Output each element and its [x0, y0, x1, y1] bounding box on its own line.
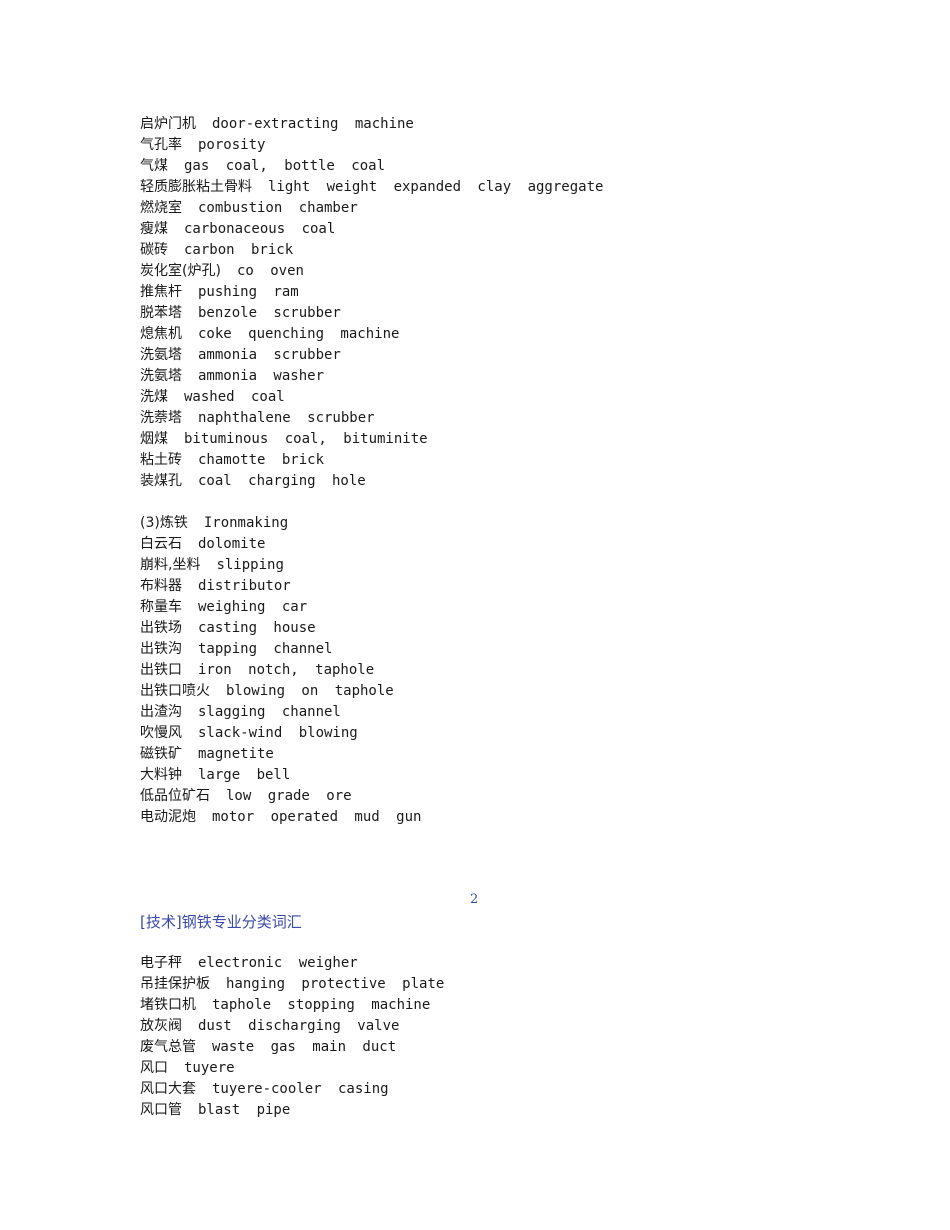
glossary-entry: 瘦煤 carbonaceous coal: [140, 221, 336, 237]
page-header: [技术]钢铁专业分类词汇: [140, 913, 302, 931]
glossary-entry: 低品位矿石 low grade ore: [140, 788, 352, 804]
glossary-entry: 吊挂保护板 hanging protective plate: [140, 976, 445, 992]
glossary-entry: 布料器 distributor: [140, 578, 291, 594]
glossary-entry: 废气总管 waste gas main duct: [140, 1039, 397, 1055]
glossary-entry: 洗煤 washed coal: [140, 389, 285, 405]
glossary-entry: 出铁口喷火 blowing on taphole: [140, 683, 394, 699]
glossary-entry: 轻质膨胀粘土骨料 light weight expanded clay aggre…: [140, 179, 604, 195]
glossary-list-page2: 电子秤 electronic weigher 吊挂保护板 hanging prote…: [140, 953, 444, 1121]
glossary-entry: 堵铁口机 taphole stopping machine: [140, 997, 431, 1013]
glossary-entry: 出铁口 iron notch, taphole: [140, 662, 375, 678]
glossary-entry: 粘土砖 chamotte brick: [140, 452, 325, 468]
glossary-entry: 烟煤 bituminous coal, bituminite: [140, 431, 428, 447]
glossary-entry: 洗氨塔 ammonia washer: [140, 368, 325, 384]
glossary-entry: 磁铁矿 magnetite: [140, 746, 274, 762]
glossary-entry: 风口管 blast pipe: [140, 1102, 291, 1118]
glossary-entry: 大料钟 large bell: [140, 767, 291, 783]
glossary-entry: 出铁沟 tapping channel: [140, 641, 333, 657]
glossary-entry: 白云石 dolomite: [140, 536, 266, 552]
glossary-entry: 称量车 weighing car: [140, 599, 308, 615]
glossary-entry: 风口 tuyere: [140, 1060, 235, 1076]
glossary-entry: 崩料,坐料 slipping: [140, 557, 284, 573]
section-heading-ironmaking: (3)炼铁 Ironmaking: [140, 515, 289, 531]
glossary-list-coking: 启炉门机 door-extracting machine 气孔率 porosity …: [140, 114, 603, 828]
glossary-entry: 电动泥炮 motor operated mud gun: [140, 809, 422, 825]
glossary-entry: 出渣沟 slagging channel: [140, 704, 341, 720]
glossary-entry: 风口大套 tuyere-cooler casing: [140, 1081, 389, 1097]
glossary-entry: 碳砖 carbon brick: [140, 242, 294, 258]
glossary-entry: 燃烧室 combustion chamber: [140, 200, 358, 216]
glossary-entry: 气煤 gas coal, bottle coal: [140, 158, 386, 174]
glossary-entry: 气孔率 porosity: [140, 137, 266, 153]
glossary-entry: 电子秤 electronic weigher: [140, 955, 358, 971]
glossary-entry: 炭化室(炉孔) co oven: [140, 263, 304, 279]
document-page: 启炉门机 door-extracting machine 气孔率 porosity …: [0, 0, 950, 1230]
page-number: 2: [470, 892, 479, 907]
glossary-entry: 洗萘塔 naphthalene scrubber: [140, 410, 375, 426]
glossary-entry: 出铁场 casting house: [140, 620, 316, 636]
glossary-entry: 吹慢风 slack-wind blowing: [140, 725, 358, 741]
glossary-entry: 启炉门机 door-extracting machine: [140, 116, 414, 132]
glossary-entry: 熄焦机 coke quenching machine: [140, 326, 400, 342]
glossary-entry: 洗氨塔 ammonia scrubber: [140, 347, 341, 363]
glossary-entry: 推焦杆 pushing ram: [140, 284, 299, 300]
glossary-entry: 装煤孔 coal charging hole: [140, 473, 366, 489]
glossary-entry: 放灰阀 dust discharging valve: [140, 1018, 400, 1034]
glossary-entry: 脱苯塔 benzole scrubber: [140, 305, 341, 321]
